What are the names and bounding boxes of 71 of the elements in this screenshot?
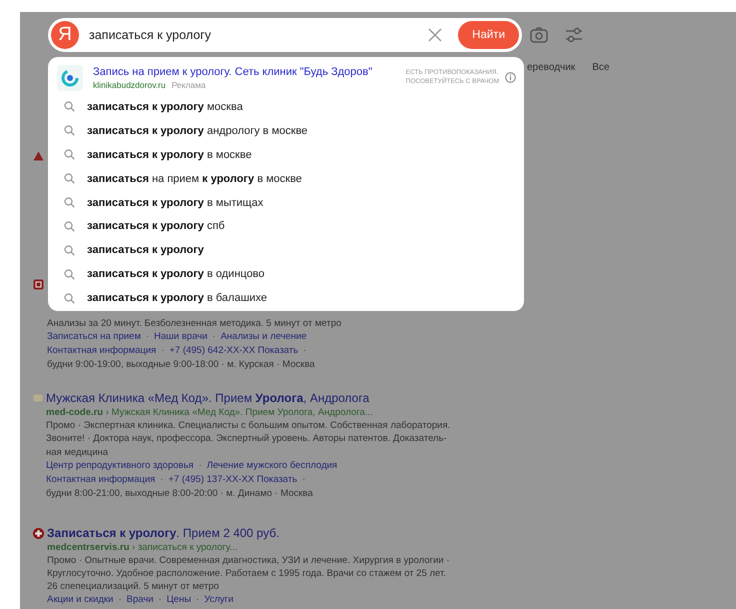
ad-label: Реклама xyxy=(172,80,206,90)
result-link[interactable]: Наши врачи xyxy=(154,330,208,344)
site-icon xyxy=(33,394,43,402)
result-link[interactable]: Контактная информация xyxy=(46,472,156,487)
suggestion-item[interactable]: записаться к урологу xyxy=(87,244,204,256)
opening-hours: будни 8:00-21:00, выходные 8:00-20:00 · м. Динамо · Москва xyxy=(46,486,314,501)
result-link[interactable]: Анализы и лечение xyxy=(220,330,307,344)
result-title[interactable]: Записаться к урологу. Прием 2 400 руб. xyxy=(47,526,450,541)
clear-icon[interactable] xyxy=(428,28,442,42)
result-snippet: Промо · Опытные врачи. Современная диагностика, УЗИ и лечение. Хирургия в урологии · xyxy=(47,554,450,568)
search-icon xyxy=(64,220,75,232)
camera-icon[interactable] xyxy=(530,27,548,43)
result-snippet: Звоните! · Доктора наук, профессора. Экспертный уровень. Авторы патентов. Доказатель- xyxy=(46,432,448,446)
result-link[interactable]: Врачи xyxy=(126,593,154,608)
separator: · xyxy=(161,344,164,358)
ad-logo-icon xyxy=(57,64,83,90)
result-url[interactable]: medcentrservis.ru › записаться к урологу... xyxy=(47,540,450,554)
result-title[interactable]: Мужская Клиника «Мед Код». Прием Уролога, Андролога xyxy=(46,391,450,406)
separator: · xyxy=(303,344,306,358)
search-icon xyxy=(64,244,75,256)
suggestion-item[interactable]: записаться к урологу в мытищах xyxy=(87,196,264,208)
result-link[interactable]: Записаться на прием xyxy=(47,330,141,344)
search-button[interactable]: Найти xyxy=(458,21,519,49)
separator: · xyxy=(160,472,164,487)
separator: · xyxy=(196,593,200,608)
separator: · xyxy=(118,593,122,608)
suggestion-item[interactable]: записаться к урологу в москве xyxy=(87,148,252,161)
medical-cross-icon xyxy=(33,528,44,539)
separator: · xyxy=(158,593,162,608)
result-snippet: Анализы за 20 минут. Безболезненная методика. 5 минут от метро xyxy=(47,317,342,330)
result-snippet: ная медицина xyxy=(46,446,110,459)
search-icon xyxy=(64,101,75,112)
clinic-icon xyxy=(33,279,44,290)
suggestion-item[interactable]: записаться к урологу спб xyxy=(87,220,225,232)
separator: · xyxy=(198,458,202,473)
result-link[interactable]: Центр репродуктивного здоровья xyxy=(46,458,194,473)
result-link[interactable]: +7 (495) 137-XX-XX Показать xyxy=(168,472,298,487)
result-snippet: Круглосуточно. Удобное расположение. Работаем с 1995 года. Врачи со стажем от 25 лет. xyxy=(47,567,447,580)
nav-tab[interactable]: Все xyxy=(592,62,610,76)
search-icon xyxy=(64,173,75,184)
info-icon[interactable] xyxy=(505,72,516,83)
result-link[interactable]: Акции и скидки xyxy=(47,593,114,608)
search-icon xyxy=(64,149,75,160)
ad-domain: klinikabudzdorov.ru xyxy=(93,80,166,90)
result-link[interactable]: Услуги xyxy=(204,593,234,608)
ad-title[interactable]: Запись на прием к урологу. Сеть клиник "Будь Здоров" xyxy=(93,66,406,78)
result-link[interactable]: +7 (495) 642-XX-XX Показать xyxy=(169,344,298,358)
search-icon xyxy=(64,292,75,304)
separator: · xyxy=(212,330,216,344)
separator: · xyxy=(302,472,306,487)
search-field[interactable]: записаться к урологу xyxy=(79,28,428,42)
warning-icon xyxy=(33,151,44,161)
result-link[interactable]: Контактная информация xyxy=(47,344,156,358)
nav-tab[interactable]: ереводчик xyxy=(527,62,576,76)
result-url[interactable]: med-code.ru › Мужская Клиника «Мед Код». Прием Уролога, Андролога... xyxy=(46,406,450,420)
suggestion-item[interactable]: записаться на прием к урологу в москве xyxy=(87,172,302,185)
suggestion-item[interactable]: записаться к урологу в балашихе xyxy=(87,292,268,304)
result-link[interactable]: Лечение мужского бесплодия xyxy=(206,458,338,473)
separator: · xyxy=(146,330,150,344)
suggestion-item[interactable]: записаться к урологу в одинцово xyxy=(87,268,265,280)
result-link[interactable]: Цены xyxy=(166,593,192,608)
search-icon xyxy=(64,125,75,136)
result-snippet: Промо · Экспертная клиника. Специалисты с большим опытом. Собственная лаборатория. xyxy=(46,419,450,432)
search-icon xyxy=(64,197,75,208)
suggestion-item[interactable]: записаться к урологу андрологу в москве xyxy=(87,124,308,137)
search-icon xyxy=(64,268,75,280)
suggestion-item[interactable]: записаться к урологу москва xyxy=(87,100,243,113)
opening-hours: будни 9:00-19:00, выходные 9:00-18:00 · м. Курская · Москва xyxy=(47,358,316,372)
result-snippet: 26 спепециализаций. 5 минут от метро xyxy=(47,580,220,594)
filter-icon[interactable] xyxy=(565,27,583,43)
search-logo[interactable]: Я xyxy=(51,21,79,49)
